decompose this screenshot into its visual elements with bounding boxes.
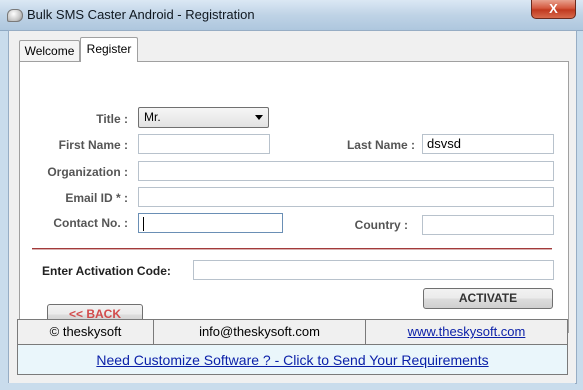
footer-cta-row: Need Customize Software ? - Click to Sen… [17, 345, 568, 375]
contact-label: Contact No. : [53, 216, 128, 230]
footer-info-row: © theskysoft info@theskysoft.com www.the… [17, 319, 568, 345]
last-name-field[interactable]: dsvsd [422, 134, 554, 154]
activate-button[interactable]: ACTIVATE [423, 288, 553, 309]
country-field[interactable] [422, 215, 554, 235]
email-label: Email ID * : [65, 191, 128, 205]
text-cursor [143, 216, 144, 231]
window-title: Bulk SMS Caster Android - Registration [27, 7, 255, 22]
organization-field[interactable] [138, 161, 554, 181]
tab-welcome[interactable]: Welcome [19, 40, 80, 61]
window-bottom-frame [8, 383, 575, 390]
country-label: Country : [354, 218, 408, 232]
tab-register[interactable]: Register [80, 37, 138, 62]
contact-email-text: info@theskysoft.com [154, 320, 366, 344]
title-label: Title : [96, 112, 128, 126]
title-select[interactable]: Mr. [138, 107, 269, 128]
close-button[interactable]: X [531, 0, 576, 19]
contact-field[interactable] [138, 213, 283, 233]
copyright-text: © theskysoft [18, 320, 154, 344]
form-divider [32, 248, 552, 250]
email-field[interactable] [138, 187, 554, 207]
window-client-area: Welcome Register Title : Mr. First Name … [8, 30, 577, 384]
first-name-field[interactable] [138, 134, 270, 154]
organization-label: Organization : [47, 165, 128, 179]
website-link-cell: www.theskysoft.com [366, 320, 567, 344]
title-select-value: Mr. [144, 110, 161, 124]
chevron-down-icon [255, 115, 263, 120]
register-panel: Title : Mr. First Name : Last Name : dsv… [19, 61, 569, 333]
activation-code-field[interactable] [193, 260, 554, 280]
first-name-label: First Name : [58, 138, 128, 152]
title-bar: Bulk SMS Caster Android - Registration X [0, 0, 583, 31]
activation-label: Enter Activation Code: [42, 264, 171, 278]
customize-software-link[interactable]: Need Customize Software ? - Click to Sen… [18, 345, 567, 375]
website-link[interactable]: www.theskysoft.com [408, 324, 526, 339]
speech-bubble-icon [7, 9, 23, 22]
last-name-label: Last Name : [346, 138, 415, 152]
